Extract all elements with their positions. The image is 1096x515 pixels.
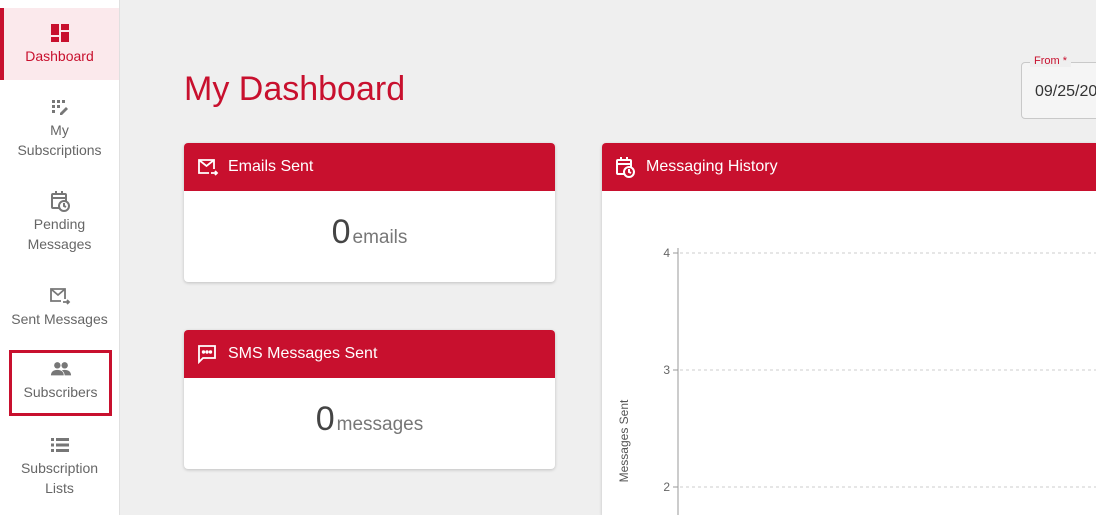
sidebar-item-pending-messages[interactable]: Pending Messages (0, 188, 119, 258)
sidebar-item-subscription-lists[interactable]: Subscription Lists (0, 432, 119, 502)
sms-sent-count: 0 (315, 400, 335, 438)
sidebar-item-my-subscriptions[interactable]: My Subscriptions (0, 94, 119, 164)
date-from-field[interactable]: From * 09/25/20 (1021, 55, 1096, 119)
sidebar-item-dashboard[interactable]: Dashboard (0, 8, 119, 80)
messaging-history-header: Messaging History (602, 143, 1096, 191)
messaging-history-title: Messaging History (646, 158, 778, 175)
edit-grid-icon (49, 96, 71, 118)
sms-sent-stat: 0 messages (184, 400, 555, 439)
messaging-history-card: Messaging History 4 3 2 Messages Sent (602, 143, 1096, 515)
sidebar-item-label: Pending Messages (27, 216, 92, 252)
sms-sent-unit: messages (336, 414, 424, 435)
sidebar-item-label: Dashboard (25, 48, 94, 64)
people-icon (50, 358, 72, 380)
sidebar-item-label: Subscription Lists (20, 460, 99, 496)
mail-forward-icon (49, 285, 71, 307)
dashboard-icon (49, 22, 71, 44)
sidebar-item-label: Subscribers (23, 384, 98, 400)
messaging-history-chart: 4 3 2 Messages Sent (617, 246, 1096, 515)
list-icon (49, 434, 71, 456)
emails-sent-unit: emails (352, 227, 408, 248)
calendar-clock-icon (615, 156, 637, 178)
chat-dots-icon (197, 343, 219, 365)
y-tick-label: 4 (663, 246, 670, 260)
sms-sent-card: SMS Messages Sent 0 messages (184, 330, 555, 469)
calendar-clock-icon (49, 190, 71, 212)
sms-sent-header: SMS Messages Sent (184, 330, 555, 378)
sidebar-item-label: Sent Messages (11, 311, 108, 327)
emails-sent-stat: 0 emails (184, 213, 555, 252)
sms-sent-title: SMS Messages Sent (228, 345, 378, 362)
mail-forward-icon (197, 156, 219, 178)
page-title: My Dashboard (184, 70, 406, 108)
date-from-value[interactable]: 09/25/20 (1035, 83, 1096, 101)
sidebar-item-sent-messages[interactable]: Sent Messages (0, 283, 119, 329)
sidebar-item-label: My Subscriptions (17, 122, 102, 158)
date-from-label: From * (1030, 55, 1071, 67)
emails-sent-card: Emails Sent 0 emails (184, 143, 555, 282)
emails-sent-count: 0 (331, 213, 351, 251)
y-axis-label: Messages Sent (617, 399, 631, 482)
sidebar: Dashboard My Subscriptions Pending Messa… (0, 0, 120, 515)
y-tick-label: 2 (663, 480, 670, 494)
y-tick-label: 3 (663, 363, 670, 377)
emails-sent-header: Emails Sent (184, 143, 555, 191)
emails-sent-title: Emails Sent (228, 158, 314, 175)
sidebar-item-subscribers[interactable]: Subscribers (9, 350, 112, 416)
